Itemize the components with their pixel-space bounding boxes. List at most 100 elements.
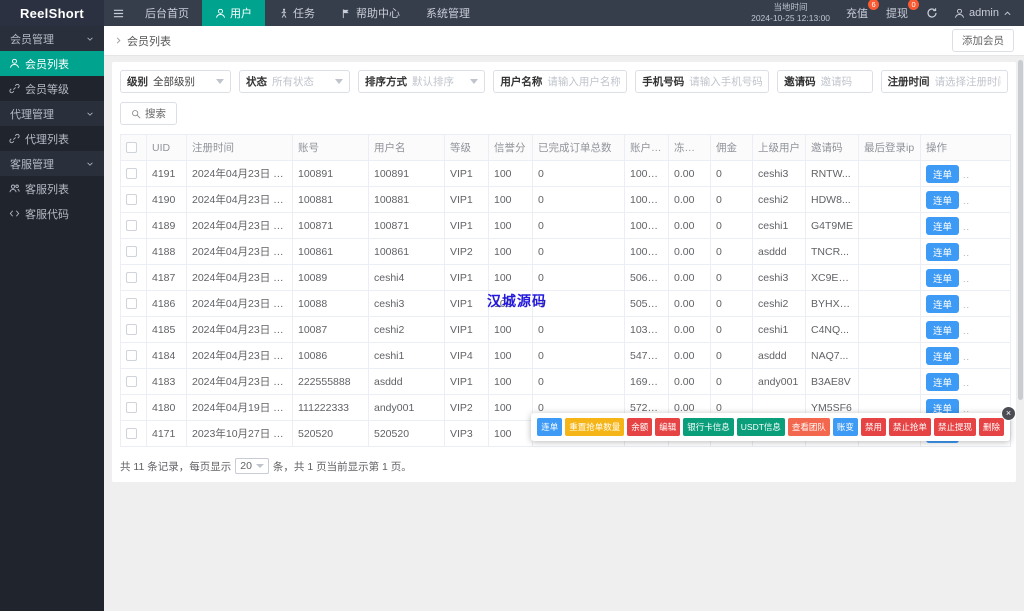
more-actions[interactable]: .. [963,300,970,310]
filter-phone[interactable]: 手机号码 [635,70,770,93]
cell-account: 111222333 [292,394,369,421]
add-member-button[interactable]: 添加会员 [952,29,1014,52]
view-team-button[interactable]: 查看团队 [787,418,830,436]
more-actions[interactable]: .. [963,404,970,414]
chevron-down-icon [215,79,224,84]
disable-button[interactable]: 禁用 [860,418,886,436]
refresh-icon[interactable] [926,7,938,19]
row-checkbox[interactable] [126,168,137,180]
select-all-checkbox[interactable] [126,142,137,154]
admin-menu[interactable]: admin [954,7,1012,19]
filter-invite-code[interactable]: 邀请码 [777,70,873,93]
more-actions[interactable]: .. [963,274,970,284]
topnav-users[interactable]: 用户 [202,0,265,26]
column-header: 注册时间 [186,134,293,161]
close-icon[interactable]: × [1001,406,1016,421]
topnav-home[interactable]: 后台首页 [132,0,202,26]
row-checkbox-cell [120,316,147,343]
filter-label: 排序方式 [364,76,407,88]
dispatch-order-button[interactable]: 连单 [926,216,960,235]
bank-card-info-button[interactable]: 银行卡信息 [683,418,734,436]
page-size-select[interactable]: 20 [235,458,269,474]
table-row: 41872024年04月23日 23:03:2710089ceshi4VIP11… [120,264,1011,291]
edit-button[interactable]: 编辑 [655,418,681,436]
more-actions[interactable]: .. [963,352,970,362]
dispatch-order-button[interactable]: 连单 [926,242,960,261]
table-row: 41842024年04月23日 23:00:0910086ceshi1VIP41… [120,342,1011,369]
row-checkbox[interactable] [126,376,137,388]
usdt-info-button[interactable]: USDT信息 [736,418,785,436]
filter-sort-value: 默认排序 [411,76,454,88]
topnav-help-center[interactable]: 帮助中心 [328,0,413,26]
topnav-system[interactable]: 系统管理 [413,0,483,26]
balance-button[interactable]: 余额 [627,418,653,436]
dispatch-order-button[interactable]: 连单 [926,320,960,339]
more-actions[interactable]: .. [963,196,970,206]
cell-parent: ceshi3 [752,264,806,291]
sidebar-item-member-level[interactable]: 会员等级 [0,76,104,101]
delete-button[interactable]: 删除 [978,418,1004,436]
filter-phone-input[interactable] [689,75,763,88]
sidebar-group-service-management[interactable]: 客服管理 [0,151,104,176]
sidebar-group-agent-management[interactable]: 代理管理 [0,101,104,126]
row-checkbox[interactable] [126,246,137,258]
row-checkbox[interactable] [126,194,137,206]
recharge-link[interactable]: 充值 6 [846,0,880,21]
more-actions[interactable]: .. [963,222,970,232]
row-checkbox[interactable] [126,298,137,310]
cell-frozen: 0.00 [668,342,711,369]
menu-toggle[interactable] [104,0,132,26]
filter-level[interactable]: 级别 全部级别 [120,70,231,93]
dispatch-order-button[interactable]: 连单 [926,294,960,313]
dispatch-order-button[interactable]: 连单 [537,418,563,436]
row-checkbox[interactable] [126,324,137,336]
dispatch-order-button[interactable]: 连单 [926,190,960,209]
sidebar-item-agent-list[interactable]: 代理列表 [0,126,104,151]
row-checkbox[interactable] [126,220,137,232]
forbid-withdraw-button[interactable]: 禁止提现 [933,418,976,436]
dispatch-order-button[interactable]: 连单 [926,164,960,183]
cell-reg_time: 2024年04月23日 23:45:46 [186,238,293,265]
more-actions[interactable]: .. [963,326,970,336]
sidebar-item-member-list[interactable]: 会员列表 [0,51,104,76]
topnav-tasks[interactable]: 任务 [265,0,328,26]
cell-username: 100861 [368,238,445,265]
reset-grab-count-button[interactable]: 重置抢单数量 [565,418,625,436]
more-actions[interactable]: .. [963,248,970,258]
cell-reg_time: 2023年10月27日 16:17:38 [186,420,293,447]
users-icon [9,183,20,194]
balance-log-button[interactable]: 账变 [832,418,858,436]
chevron-down-icon [334,79,343,84]
sidebar-item-label: 会员列表 [25,58,69,71]
link-icon [9,133,20,144]
cell-parent: asddd [752,238,806,265]
cell-commission: 0 [710,186,753,213]
withdraw-link[interactable]: 提现 0 [886,0,920,21]
search-button[interactable]: 搜索 [120,102,177,125]
filter-register-time-input[interactable] [934,75,1002,88]
sidebar-item-service-code[interactable]: 客服代码 [0,201,104,226]
more-actions[interactable]: .. [963,378,970,388]
filter-username[interactable]: 用户名称 [493,70,628,93]
forbid-grab-button[interactable]: 禁止抢单 [888,418,931,436]
filter-sort[interactable]: 排序方式 默认排序 [357,70,486,93]
cell-balance: 10040... [624,186,669,213]
cell-balance: 1000000 [624,238,669,265]
cell-uid: 4180 [146,394,187,421]
more-actions[interactable]: .. [963,170,970,180]
column-header: 最后登录ip [858,134,921,161]
sidebar-item-service-list[interactable]: 客服列表 [0,176,104,201]
filter-register-time[interactable]: 注册时间 [880,70,1009,93]
scrollbar-thumb[interactable] [1018,60,1023,400]
dispatch-order-button[interactable]: 连单 [926,346,960,365]
row-checkbox[interactable] [126,350,137,362]
filter-username-input[interactable] [547,75,621,88]
filter-invite-code-input[interactable] [820,75,866,88]
filter-status[interactable]: 状态 所有状态 [238,70,350,93]
dispatch-order-button[interactable]: 连单 [926,372,960,391]
row-checkbox[interactable] [126,402,137,414]
dispatch-order-button[interactable]: 连单 [926,268,960,287]
row-checkbox[interactable] [126,428,137,440]
sidebar-group-member-management[interactable]: 会员管理 [0,26,104,51]
row-checkbox[interactable] [126,272,137,284]
